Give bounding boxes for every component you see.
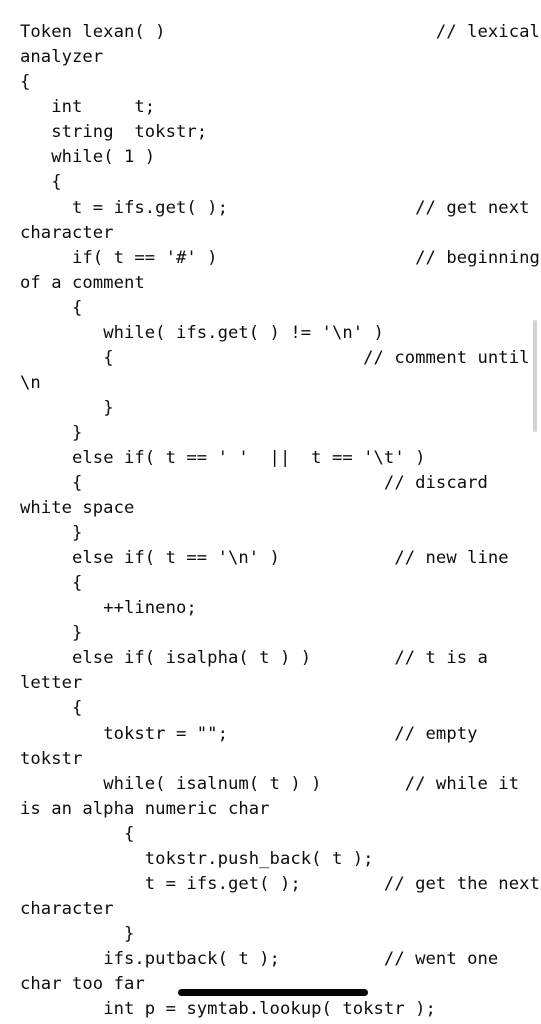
code-line: { bbox=[20, 172, 62, 193]
code-line: string tokstr; bbox=[20, 122, 208, 143]
vertical-scrollbar-track[interactable] bbox=[531, 0, 541, 1024]
code-line: } bbox=[20, 523, 83, 544]
code-line: { // discard white space bbox=[20, 473, 499, 519]
code-line: } bbox=[20, 422, 83, 443]
vertical-scrollbar-thumb[interactable] bbox=[533, 320, 537, 432]
code-line: { bbox=[20, 823, 135, 844]
code-line: Token lexan( ) // lexical analyzer bbox=[20, 22, 540, 68]
horizontal-scrollbar-thumb[interactable] bbox=[178, 989, 368, 996]
code-line: while( ifs.get( ) != '\n' ) bbox=[20, 322, 384, 343]
code-line: else if( t == ' ' || t == '\t' ) bbox=[20, 447, 426, 468]
code-viewport[interactable]: Token lexan( ) // lexical analyzer { int … bbox=[0, 0, 541, 1024]
code-listing: Token lexan( ) // lexical analyzer { int … bbox=[0, 20, 541, 1024]
horizontal-scrollbar-track[interactable] bbox=[0, 989, 541, 1010]
code-line: if( t == '#' ) // beginning of a comment bbox=[20, 247, 540, 293]
code-line: } bbox=[20, 923, 135, 944]
code-line: } bbox=[20, 397, 114, 418]
code-line: else if( isalpha( t ) ) // t is a letter bbox=[20, 648, 499, 694]
code-line: { bbox=[20, 573, 83, 594]
code-line: ++lineno; bbox=[20, 598, 197, 619]
code-line: while( 1 ) bbox=[20, 147, 156, 168]
code-line: else if( t == '\n' ) // new line bbox=[20, 548, 509, 569]
code-line: { bbox=[20, 72, 31, 93]
code-line: { // comment until \n bbox=[20, 347, 530, 393]
code-line: int t; bbox=[20, 97, 156, 118]
code-line: tokstr = ""; // empty tokstr bbox=[20, 723, 488, 769]
code-line: while( isalnum( t ) ) // while it is an … bbox=[20, 773, 530, 819]
code-line: t = ifs.get( ); // get the next characte… bbox=[20, 873, 540, 919]
code-line: { bbox=[20, 297, 83, 318]
code-line: { bbox=[20, 698, 83, 719]
code-line: } bbox=[20, 623, 83, 644]
code-line: tokstr.push_back( t ); bbox=[20, 848, 374, 869]
code-line: t = ifs.get( ); // get next character bbox=[20, 197, 540, 243]
